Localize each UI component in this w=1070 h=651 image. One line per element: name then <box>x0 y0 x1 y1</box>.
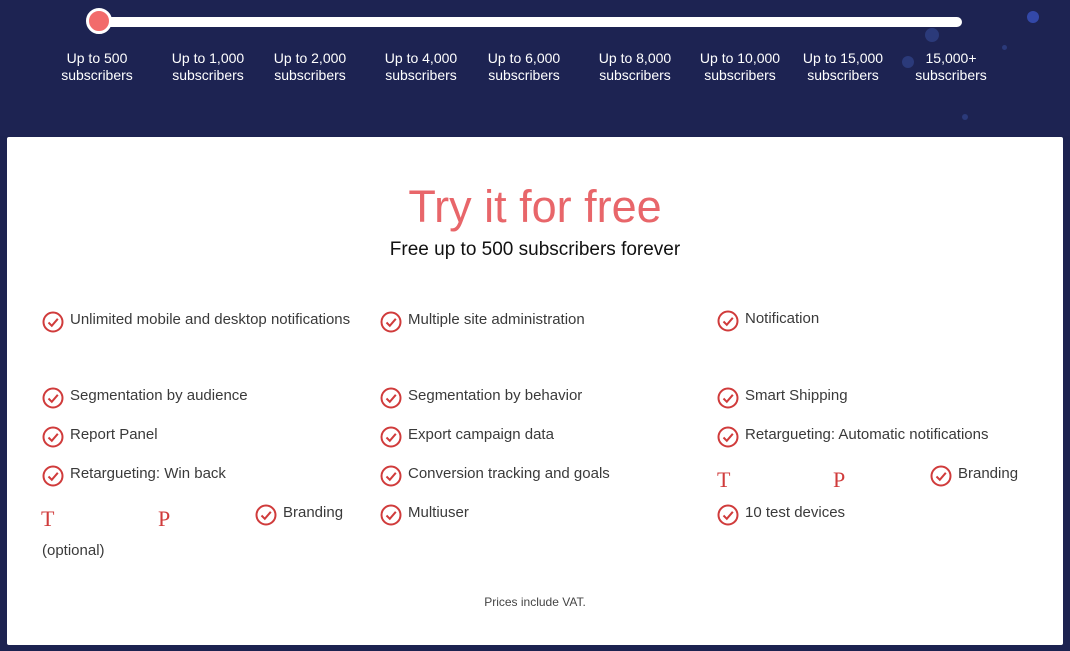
broken-icon-p: P <box>833 467 846 492</box>
tier-label-4000[interactable]: Up to 4,000 subscribers <box>366 50 476 84</box>
plan-subtitle: Free up to 500 subscribers forever <box>389 239 681 260</box>
feature-label: Multiple site administration <box>408 311 585 328</box>
tier-label-2000[interactable]: Up to 2,000 subscribers <box>255 50 365 84</box>
tier-label-15000-plus[interactable]: 15,000+ subscribers <box>896 50 1006 84</box>
feature-label: Unlimited mobile and desktop notificatio… <box>70 311 351 328</box>
subscriber-slider-track[interactable] <box>96 17 962 27</box>
broken-icon-t: T <box>41 506 55 531</box>
tier-label-15000[interactable]: Up to 15,000 subscribers <box>788 50 898 84</box>
feature-label: Segmentation by behavior <box>408 387 583 404</box>
check-circle-icon <box>380 426 402 448</box>
optional-note: (optional) <box>42 542 105 559</box>
feature-label: Report Panel <box>70 426 158 443</box>
check-circle-icon <box>930 465 952 487</box>
tier-label-6000[interactable]: Up to 6,000 subscribers <box>469 50 579 84</box>
check-circle-icon <box>255 504 277 526</box>
feature-label: Conversion tracking and goals <box>408 465 610 482</box>
feature-label: Smart Shipping <box>745 387 848 404</box>
check-circle-icon <box>42 426 64 448</box>
check-circle-icon <box>380 465 402 487</box>
decor-dot <box>962 114 968 120</box>
check-circle-icon <box>42 311 64 333</box>
tier-label-8000[interactable]: Up to 8,000 subscribers <box>580 50 690 84</box>
tier-label-10000[interactable]: Up to 10,000 subscribers <box>685 50 795 84</box>
feature-label: Branding <box>958 465 1019 482</box>
feature-label: Notification <box>745 310 820 327</box>
tier-label-500[interactable]: Up to 500 subscribers <box>42 50 152 84</box>
plan-card: Try it for free Free up to 500 subscribe… <box>7 137 1063 645</box>
pricing-slider-section: Up to 500 subscribers Up to 1,000 subscrib… <box>0 0 1070 136</box>
check-circle-icon <box>380 311 402 333</box>
check-circle-icon <box>42 465 64 487</box>
check-circle-icon <box>717 387 739 409</box>
check-circle-icon <box>717 310 739 332</box>
feature-label: 10 test devices <box>745 504 846 521</box>
tier-label-1000[interactable]: Up to 1,000 subscribers <box>153 50 263 84</box>
check-circle-icon <box>42 387 64 409</box>
feature-label: Retargueting: Automatic notifications <box>745 426 989 443</box>
check-circle-icon <box>717 504 739 526</box>
check-circle-icon <box>717 426 739 448</box>
feature-label: Retargueting: Win back <box>70 465 226 482</box>
check-circle-icon <box>380 504 402 526</box>
feature-label: Multiuser <box>408 504 469 521</box>
subscriber-slider-thumb[interactable] <box>86 8 112 34</box>
decor-dot <box>925 28 939 42</box>
broken-icon-p: P <box>158 506 171 531</box>
feature-label: Export campaign data <box>408 426 554 443</box>
check-circle-icon <box>380 387 402 409</box>
broken-icon-t: T <box>717 467 731 492</box>
feature-label: Branding <box>283 504 344 521</box>
feature-label: Segmentation by audience <box>70 387 248 404</box>
plan-title: Try it for free <box>408 181 662 232</box>
vat-note: Prices include VAT. <box>484 595 586 609</box>
decor-dot <box>1027 11 1039 23</box>
